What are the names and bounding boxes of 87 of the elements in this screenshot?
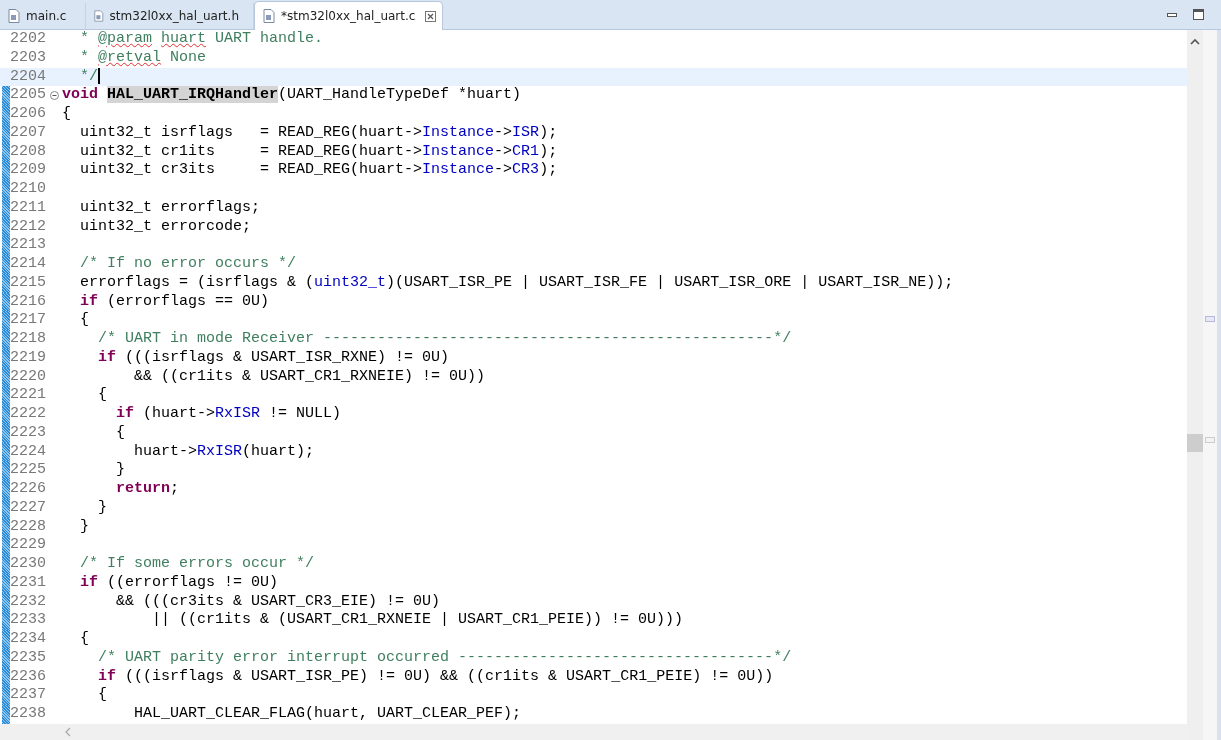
line-number: 2238: [10, 705, 47, 724]
code-line: uint32_t errorcode;: [79, 217, 252, 237]
code-line: /* UART parity error interrupt occurred -----------------------------------*/: [97, 648, 792, 668]
line-number: 2218: [10, 330, 47, 349]
line-number: 2205: [10, 86, 47, 105]
editor-tab[interactable]: main.c: [0, 3, 86, 29]
collapse-icon[interactable]: [50, 91, 59, 101]
code-line: }: [115, 461, 126, 480]
line-number: 2229: [10, 536, 47, 555]
line-number: 2209: [10, 161, 47, 180]
maximize-icon[interactable]: [1193, 8, 1205, 21]
line-number: 2237: [10, 686, 47, 705]
line-number: 2227: [10, 498, 47, 518]
code-line: {: [79, 311, 90, 330]
code-line: return;: [115, 480, 180, 499]
code-line: {: [97, 386, 108, 405]
code-line: || ((cr1its & (USART_CR1_RXNEIE | USART_CR1_PEIE)) != 0U))): [151, 611, 684, 630]
code-line: if (errorflags == 0U): [79, 292, 270, 312]
code-line: uint32_t cr1its = READ_REG(huart->Instance->CR1);: [79, 142, 558, 162]
line-number: 2231: [10, 573, 47, 593]
scroll-up-icon[interactable]: [1190, 38, 1200, 46]
horizontal-scrollbar[interactable]: [0, 724, 1187, 740]
line-number: 2210: [10, 180, 47, 199]
overview-mark[interactable]: [1205, 316, 1215, 322]
code-line: {: [97, 686, 108, 705]
code-line: && ((cr1its & USART_CR1_RXNEIE) != 0U)): [133, 367, 486, 387]
code-line: if ((errorflags != 0U): [79, 573, 279, 593]
file-icon: [8, 9, 20, 23]
line-number: 2203: [10, 48, 47, 68]
line-number: 2228: [10, 517, 47, 537]
code-line: uint32_t isrflags = READ_REG(huart->Instance->ISR);: [79, 123, 558, 143]
file-icon: [263, 9, 275, 23]
line-number: 2219: [10, 348, 47, 368]
line-number: 2214: [10, 255, 47, 274]
code-line: * @param huart UART handle.: [79, 30, 324, 49]
line-number: 2215: [10, 273, 47, 293]
code-line: * @retval None: [79, 48, 207, 68]
line-number: 2233: [10, 611, 47, 630]
code-line: && (((cr3its & USART_CR3_EIE) != 0U): [115, 592, 441, 612]
line-number: 2234: [10, 630, 47, 649]
overview-mark[interactable]: [1205, 437, 1215, 443]
line-number: 2226: [10, 480, 47, 499]
line-number: 2230: [10, 555, 47, 574]
line-number: 2207: [10, 123, 47, 143]
code-line: /* UART in mode Receiver --------------------------------------------------*/: [97, 330, 792, 349]
code-line: uint32_t cr3its = READ_REG(huart->Instance->CR3);: [79, 161, 558, 180]
line-number: 2216: [10, 292, 47, 312]
vertical-scrollbar[interactable]: [1187, 30, 1203, 740]
code-line: if (((isrflags & USART_ISR_PE) != 0U) && ((cr1its & USART_CR1_PEIE) != 0U)): [97, 667, 774, 687]
code-line: {: [62, 105, 71, 124]
code-line: HAL_UART_CLEAR_FLAG(huart, UART_CLEAR_PEF);: [133, 705, 522, 724]
line-number: 2204: [10, 67, 47, 87]
line-number: 2222: [10, 405, 47, 424]
code-line: }: [79, 517, 90, 537]
code-line: errorflags = (isrflags & (uint32_t)(USART_ISR_PE | USART_ISR_FE | USART_ISR_ORE | USART_ISR_NE));: [79, 273, 954, 293]
code-line: */: [79, 67, 101, 87]
line-number: 2221: [10, 386, 47, 405]
code-line: huart->RxISR(huart);: [133, 442, 315, 462]
line-number: 2217: [10, 311, 47, 330]
file-icon: [94, 9, 104, 23]
line-number: 2208: [10, 142, 47, 162]
line-number: 2202: [10, 30, 47, 49]
scroll-thumb[interactable]: [1187, 434, 1203, 452]
line-number: 2232: [10, 592, 47, 612]
code-line: void HAL_UART_IRQHandler(UART_HandleTypeDef *huart): [62, 86, 522, 105]
line-number: 2213: [10, 236, 47, 255]
code-line: /* If no error occurs */: [79, 255, 297, 274]
minimize-icon[interactable]: [1167, 11, 1179, 18]
code-line: {: [115, 423, 126, 443]
line-number: 2224: [10, 442, 47, 462]
line-number: 2212: [10, 217, 47, 237]
code-line: uint32_t errorflags;: [79, 198, 261, 218]
code-line: }: [97, 498, 108, 518]
line-number: 2220: [10, 367, 47, 387]
line-number: 2225: [10, 461, 47, 480]
line-number: 2236: [10, 667, 47, 687]
code-line: if (((isrflags & USART_ISR_RXNE) != 0U): [97, 348, 450, 368]
editor-tab[interactable]: *stm32l0xx_hal_uart.c: [254, 1, 444, 30]
line-number: 2211: [10, 198, 47, 218]
line-number: 2223: [10, 423, 47, 443]
line-number: 2206: [10, 105, 47, 124]
close-icon[interactable]: [425, 10, 437, 22]
code-line: /* If some errors occur */: [79, 555, 315, 574]
line-number: 2235: [10, 648, 47, 668]
code-line: if (huart->RxISR != NULL): [115, 405, 342, 424]
code-line: {: [79, 630, 90, 649]
scroll-left-icon[interactable]: [64, 727, 72, 737]
